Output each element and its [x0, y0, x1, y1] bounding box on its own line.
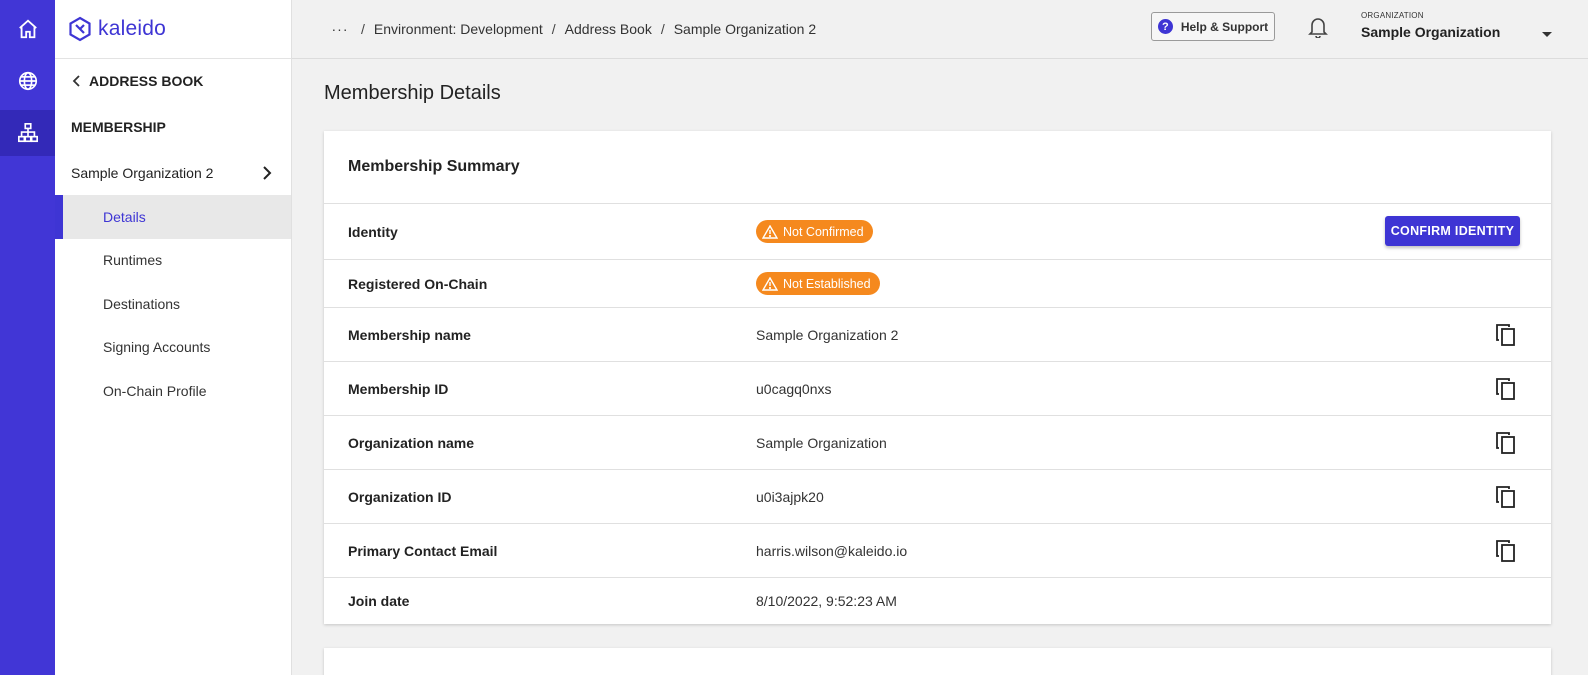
breadcrumb-current: Sample Organization 2: [673, 21, 817, 37]
field-value: u0i3ajpk20: [756, 488, 824, 505]
chevron-right-icon: [263, 166, 272, 180]
kaleido-logo-icon: [69, 16, 91, 42]
registered-row: Registered On-Chain Not Established: [324, 260, 1551, 308]
field-value: harris.wilson@kaleido.io: [756, 542, 908, 559]
field-label: Membership name: [348, 326, 471, 343]
copy-icon[interactable]: [1495, 485, 1517, 509]
membership-summary-card: Membership Summary Identity Not Confirme…: [324, 131, 1551, 624]
help-icon: ?: [1157, 19, 1173, 34]
sidebar-item-signing-accounts[interactable]: Signing Accounts: [55, 326, 291, 370]
field-row-membership-id: Membership ID u0cagq0nxs: [324, 362, 1551, 416]
chevron-left-icon: [72, 75, 80, 87]
brand-logo[interactable]: kaleido: [55, 0, 291, 59]
help-label: Help & Support: [1180, 19, 1269, 34]
caret-down-icon: [1542, 32, 1552, 37]
sidebar-item-on-chain-profile[interactable]: On-Chain Profile: [55, 369, 291, 413]
field-label: Organization name: [348, 434, 475, 451]
warning-icon: [762, 224, 778, 239]
section-title: MEMBERSHIP: [71, 119, 166, 135]
identity-status-badge: Not Confirmed: [756, 220, 873, 243]
brand-name: kaleido: [98, 17, 166, 40]
breadcrumb-more-button[interactable]: ···: [328, 19, 352, 39]
back-label: ADDRESS BOOK: [89, 73, 204, 89]
field-row-join-date: Join date 8/10/2022, 9:52:23 AM: [324, 578, 1551, 623]
home-button[interactable]: [0, 6, 55, 52]
left-rail: [0, 0, 55, 675]
network-button[interactable]: [0, 110, 55, 156]
warning-icon: [762, 276, 778, 291]
sidebar-org-item[interactable]: Sample Organization 2: [55, 151, 291, 195]
field-row-membership-name: Membership name Sample Organization 2: [324, 308, 1551, 362]
field-value: Sample Organization: [756, 434, 887, 451]
organization-select-label: ORGANIZATION: [1361, 11, 1424, 20]
field-label: Join date: [348, 592, 410, 609]
field-value: 8/10/2022, 9:52:23 AM: [756, 592, 897, 609]
registered-status-badge: Not Established: [756, 272, 880, 295]
notifications-bell-icon[interactable]: [1308, 16, 1328, 38]
organization-select-value: Sample Organization: [1361, 24, 1501, 40]
field-row-organization-id: Organization ID u0i3ajpk20: [324, 470, 1551, 524]
network-icon: [17, 123, 38, 143]
secondary-card: [324, 648, 1551, 675]
globe-button[interactable]: [0, 58, 55, 104]
sidebar-item-details[interactable]: Details: [55, 195, 291, 239]
field-label: Organization ID: [348, 488, 452, 505]
top-header: ··· / Environment: Development / Address…: [292, 0, 1588, 59]
organization-select[interactable]: ORGANIZATION Sample Organization: [1361, 11, 1557, 40]
copy-icon[interactable]: [1495, 377, 1517, 401]
confirm-identity-button[interactable]: CONFIRM IDENTITY: [1385, 216, 1520, 246]
breadcrumb-address-book[interactable]: Address Book: [565, 21, 652, 37]
home-icon: [18, 19, 37, 39]
copy-icon[interactable]: [1495, 431, 1517, 455]
card-title: Membership Summary: [324, 131, 1551, 204]
breadcrumb: ··· / Environment: Development / Address…: [328, 19, 817, 39]
globe-icon: [18, 71, 37, 91]
copy-icon[interactable]: [1495, 539, 1517, 563]
identity-label: Identity: [348, 223, 398, 240]
field-value: u0cagq0nxs: [756, 380, 832, 397]
sidebar: kaleido ADDRESS BOOK MEMBERSHIP Sample O…: [55, 0, 292, 675]
field-row-primary-contact-email: Primary Contact Email harris.wilson@kale…: [324, 524, 1551, 578]
sidebar-item-runtimes[interactable]: Runtimes: [55, 239, 291, 283]
sidebar-item-destinations[interactable]: Destinations: [55, 282, 291, 326]
breadcrumb-environment[interactable]: Environment: Development: [374, 21, 543, 37]
help-support-button[interactable]: ? Help & Support: [1151, 12, 1275, 41]
field-label: Membership ID: [348, 380, 449, 397]
field-value: Sample Organization 2: [756, 326, 899, 343]
registered-label: Registered On-Chain: [348, 275, 488, 292]
field-label: Primary Contact Email: [348, 542, 498, 559]
sidebar-org-label: Sample Organization 2: [71, 165, 214, 181]
field-row-organization-name: Organization name Sample Organization: [324, 416, 1551, 470]
identity-row: Identity Not Confirmed CONFIRM IDENTITY: [324, 204, 1551, 260]
back-to-address-book[interactable]: ADDRESS BOOK: [55, 59, 291, 103]
copy-icon[interactable]: [1495, 323, 1517, 347]
page-title: Membership Details: [324, 82, 501, 104]
